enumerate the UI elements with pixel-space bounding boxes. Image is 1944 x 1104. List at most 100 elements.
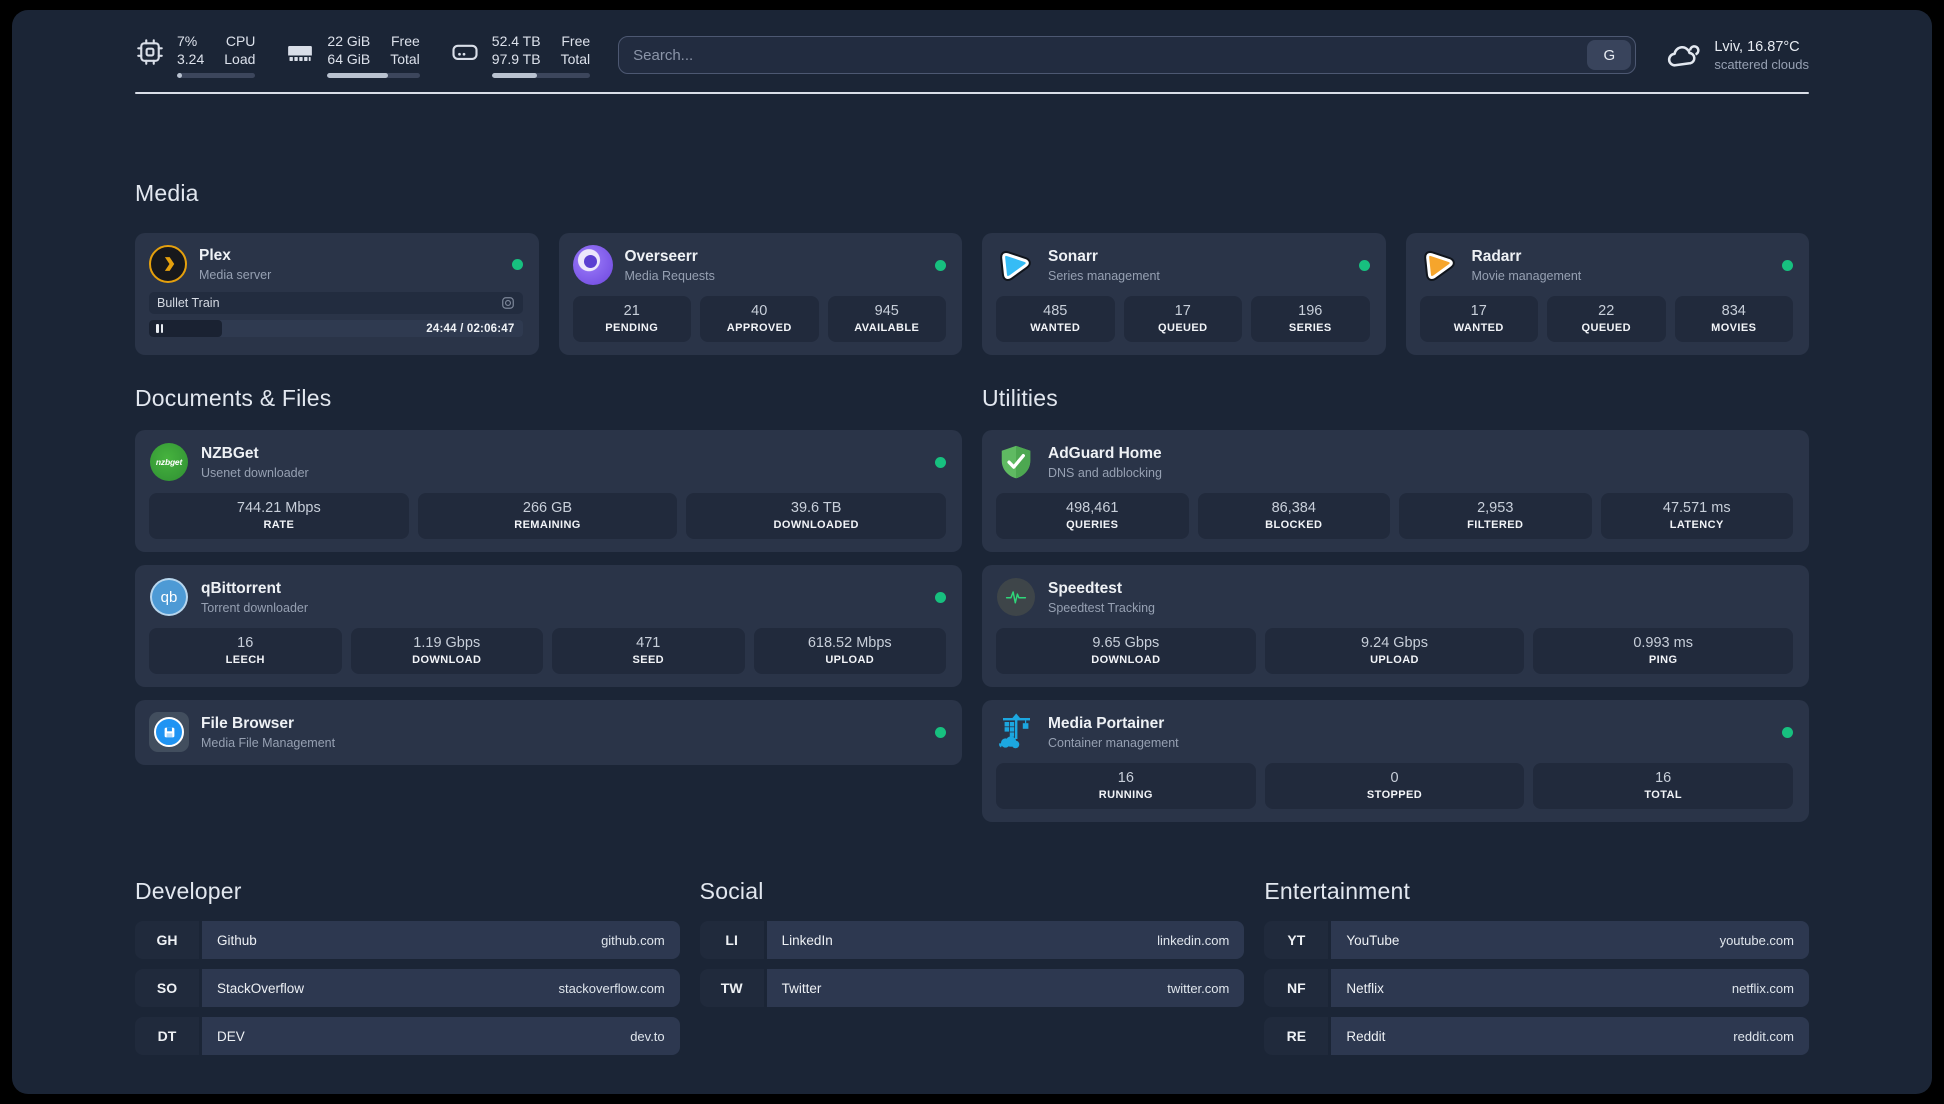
app-name: AdGuard Home: [1048, 444, 1162, 462]
link-tag: RE: [1264, 1017, 1329, 1055]
stat-movies: 834 MOVIES: [1674, 296, 1793, 342]
stat-rate: 744.21 Mbps RATE: [149, 493, 409, 539]
link-netflix[interactable]: NF Netflix netflix.com: [1264, 969, 1809, 1007]
memory-free-label: Free: [391, 33, 420, 49]
stat-pending: 21 PENDING: [572, 296, 691, 342]
status-dot: [1358, 259, 1370, 271]
stat-stopped: 0 STOPPED: [1264, 763, 1525, 809]
stat-running: 16 RUNNING: [996, 763, 1256, 809]
section-title-media: Media: [135, 180, 199, 206]
app-name: Sonarr: [1048, 247, 1098, 265]
plex-icon: [149, 245, 187, 283]
link-tag: NF: [1264, 969, 1329, 1007]
search-input[interactable]: [633, 46, 1588, 64]
portainer-icon: [996, 712, 1036, 752]
playback-time: 24:44 / 02:06:47: [426, 322, 515, 335]
stat-seed: 471 SEED: [552, 628, 745, 674]
weather-condition: scattered clouds: [1714, 56, 1809, 72]
stat-downloaded: 39.6 TB DOWNLOADED: [686, 493, 946, 539]
card-portainer[interactable]: Media Portainer Container management 16 …: [982, 700, 1809, 822]
status-dot: [935, 259, 946, 271]
app-desc: Media File Management: [201, 735, 336, 750]
radarr-icon: [1420, 245, 1460, 285]
card-adguard[interactable]: AdGuard Home DNS and adblocking 498,461 …: [982, 430, 1809, 552]
search-engine-button[interactable]: G: [1587, 40, 1632, 70]
link-url: linkedin.com: [1157, 932, 1230, 948]
memory-free-value: 22 GiB: [327, 33, 371, 49]
link-reddit[interactable]: RE Reddit reddit.com: [1264, 1017, 1809, 1055]
link-tag: GH: [135, 921, 199, 959]
card-overseerr[interactable]: Overseerr Media Requests 21 PENDING 40 A…: [558, 233, 962, 355]
status-dot: [935, 456, 946, 468]
now-playing-icon: [501, 296, 515, 310]
link-github[interactable]: GH Github github.com: [135, 921, 680, 959]
memory-progress-bar: [327, 73, 420, 78]
cpu-progress-bar: [177, 73, 256, 78]
stat-upload: 9.24 Gbps UPLOAD: [1264, 628, 1525, 674]
link-name: LinkedIn: [781, 932, 833, 948]
link-linkedin[interactable]: LI LinkedIn linkedin.com: [699, 921, 1245, 959]
section-title-utilities: Utilities: [982, 385, 1058, 411]
memory-total-value: 64 GiB: [327, 51, 371, 67]
link-tag: DT: [135, 1017, 199, 1055]
cpu-usage-value: 7%: [177, 33, 198, 49]
nzbget-icon: nzbget: [149, 442, 189, 482]
filebrowser-icon: [149, 712, 189, 752]
media-card-grid: Plex Media server Bullet Train 24:44 / 0…: [135, 233, 1809, 355]
link-url: youtube.com: [1719, 932, 1794, 948]
weather-widget: Lviv, 16.87°C scattered clouds: [1664, 36, 1809, 74]
disk-progress-fill: [491, 73, 538, 78]
card-speedtest[interactable]: Speedtest Speedtest Tracking 9.65 Gbps D…: [982, 565, 1809, 687]
scattered-clouds-icon: [1664, 36, 1702, 74]
app-name: Plex: [199, 246, 231, 264]
disk-free-value: 52.4 TB: [491, 33, 541, 49]
app-desc: DNS and adblocking: [1048, 465, 1162, 480]
link-dev[interactable]: DT DEV dev.to: [135, 1017, 680, 1055]
section-title-documents: Documents & Files: [135, 385, 332, 411]
disk-icon: [450, 37, 480, 67]
app-name: File Browser: [201, 714, 295, 732]
card-plex[interactable]: Plex Media server Bullet Train 24:44 / 0…: [135, 233, 539, 355]
link-name: Netflix: [1346, 980, 1384, 996]
app-desc: Container management: [1048, 735, 1179, 750]
link-tag: TW: [699, 969, 764, 1007]
pause-icon: [156, 324, 159, 333]
disk-progress-bar: [491, 73, 591, 78]
stat-total: 16 TOTAL: [1533, 763, 1793, 809]
card-nzbget[interactable]: nzbget NZBGet Usenet downloader 744.21 M…: [135, 430, 962, 552]
card-radarr[interactable]: Radarr Movie management 17 WANTED 22 QUE…: [1405, 233, 1809, 355]
stat-latency: 47.571 ms LATENCY: [1600, 493, 1793, 539]
app-name: qBittorrent: [201, 579, 282, 597]
app-name: Radarr: [1471, 247, 1522, 265]
status-dot: [1782, 726, 1793, 738]
app-name: Speedtest: [1048, 579, 1123, 597]
link-stackoverflow[interactable]: SO StackOverflow stackoverflow.com: [135, 969, 680, 1007]
stat-download: 1.19 Gbps DOWNLOAD: [350, 628, 543, 674]
search-bar[interactable]: G: [618, 36, 1637, 74]
link-youtube[interactable]: YT YouTube youtube.com: [1264, 921, 1809, 959]
app-desc: Media Requests: [624, 268, 715, 283]
cpu-progress-fill: [177, 73, 183, 78]
cpu-load-value: 3.24: [177, 51, 205, 67]
stat-filtered: 2,953 FILTERED: [1399, 493, 1592, 539]
link-name: YouTube: [1346, 932, 1400, 948]
link-url: dev.to: [630, 1028, 665, 1044]
stat-queued: 17 QUEUED: [1123, 296, 1242, 342]
app-desc: Speedtest Tracking: [1048, 600, 1156, 615]
entertainment-links-column: Entertainment YT YouTube youtube.com NF …: [1264, 822, 1809, 1055]
link-url: reddit.com: [1733, 1028, 1794, 1044]
link-url: stackoverflow.com: [558, 980, 665, 996]
resource-widgets: 7% 3.24 CPU Load 22 GiB 64 GiB Free Tota…: [135, 32, 591, 78]
stat-approved: 40 APPROVED: [700, 296, 819, 342]
card-sonarr[interactable]: Sonarr Series management 485 WANTED 17 Q…: [982, 233, 1386, 355]
weather-location-temp: Lviv, 16.87°C: [1714, 38, 1800, 55]
link-twitter[interactable]: TW Twitter twitter.com: [699, 969, 1245, 1007]
card-filebrowser[interactable]: File Browser Media File Management: [135, 700, 962, 765]
app-desc: Movie management: [1471, 268, 1582, 283]
card-qbittorrent[interactable]: qb qBittorrent Torrent downloader 16 LEE…: [135, 565, 962, 687]
link-tag: LI: [699, 921, 764, 959]
app-desc: Usenet downloader: [201, 465, 309, 480]
disk-resource-widget: 52.4 TB 97.9 TB Free Total: [450, 32, 591, 78]
link-name: Reddit: [1346, 1028, 1386, 1044]
stat-blocked: 86,384 BLOCKED: [1197, 493, 1390, 539]
